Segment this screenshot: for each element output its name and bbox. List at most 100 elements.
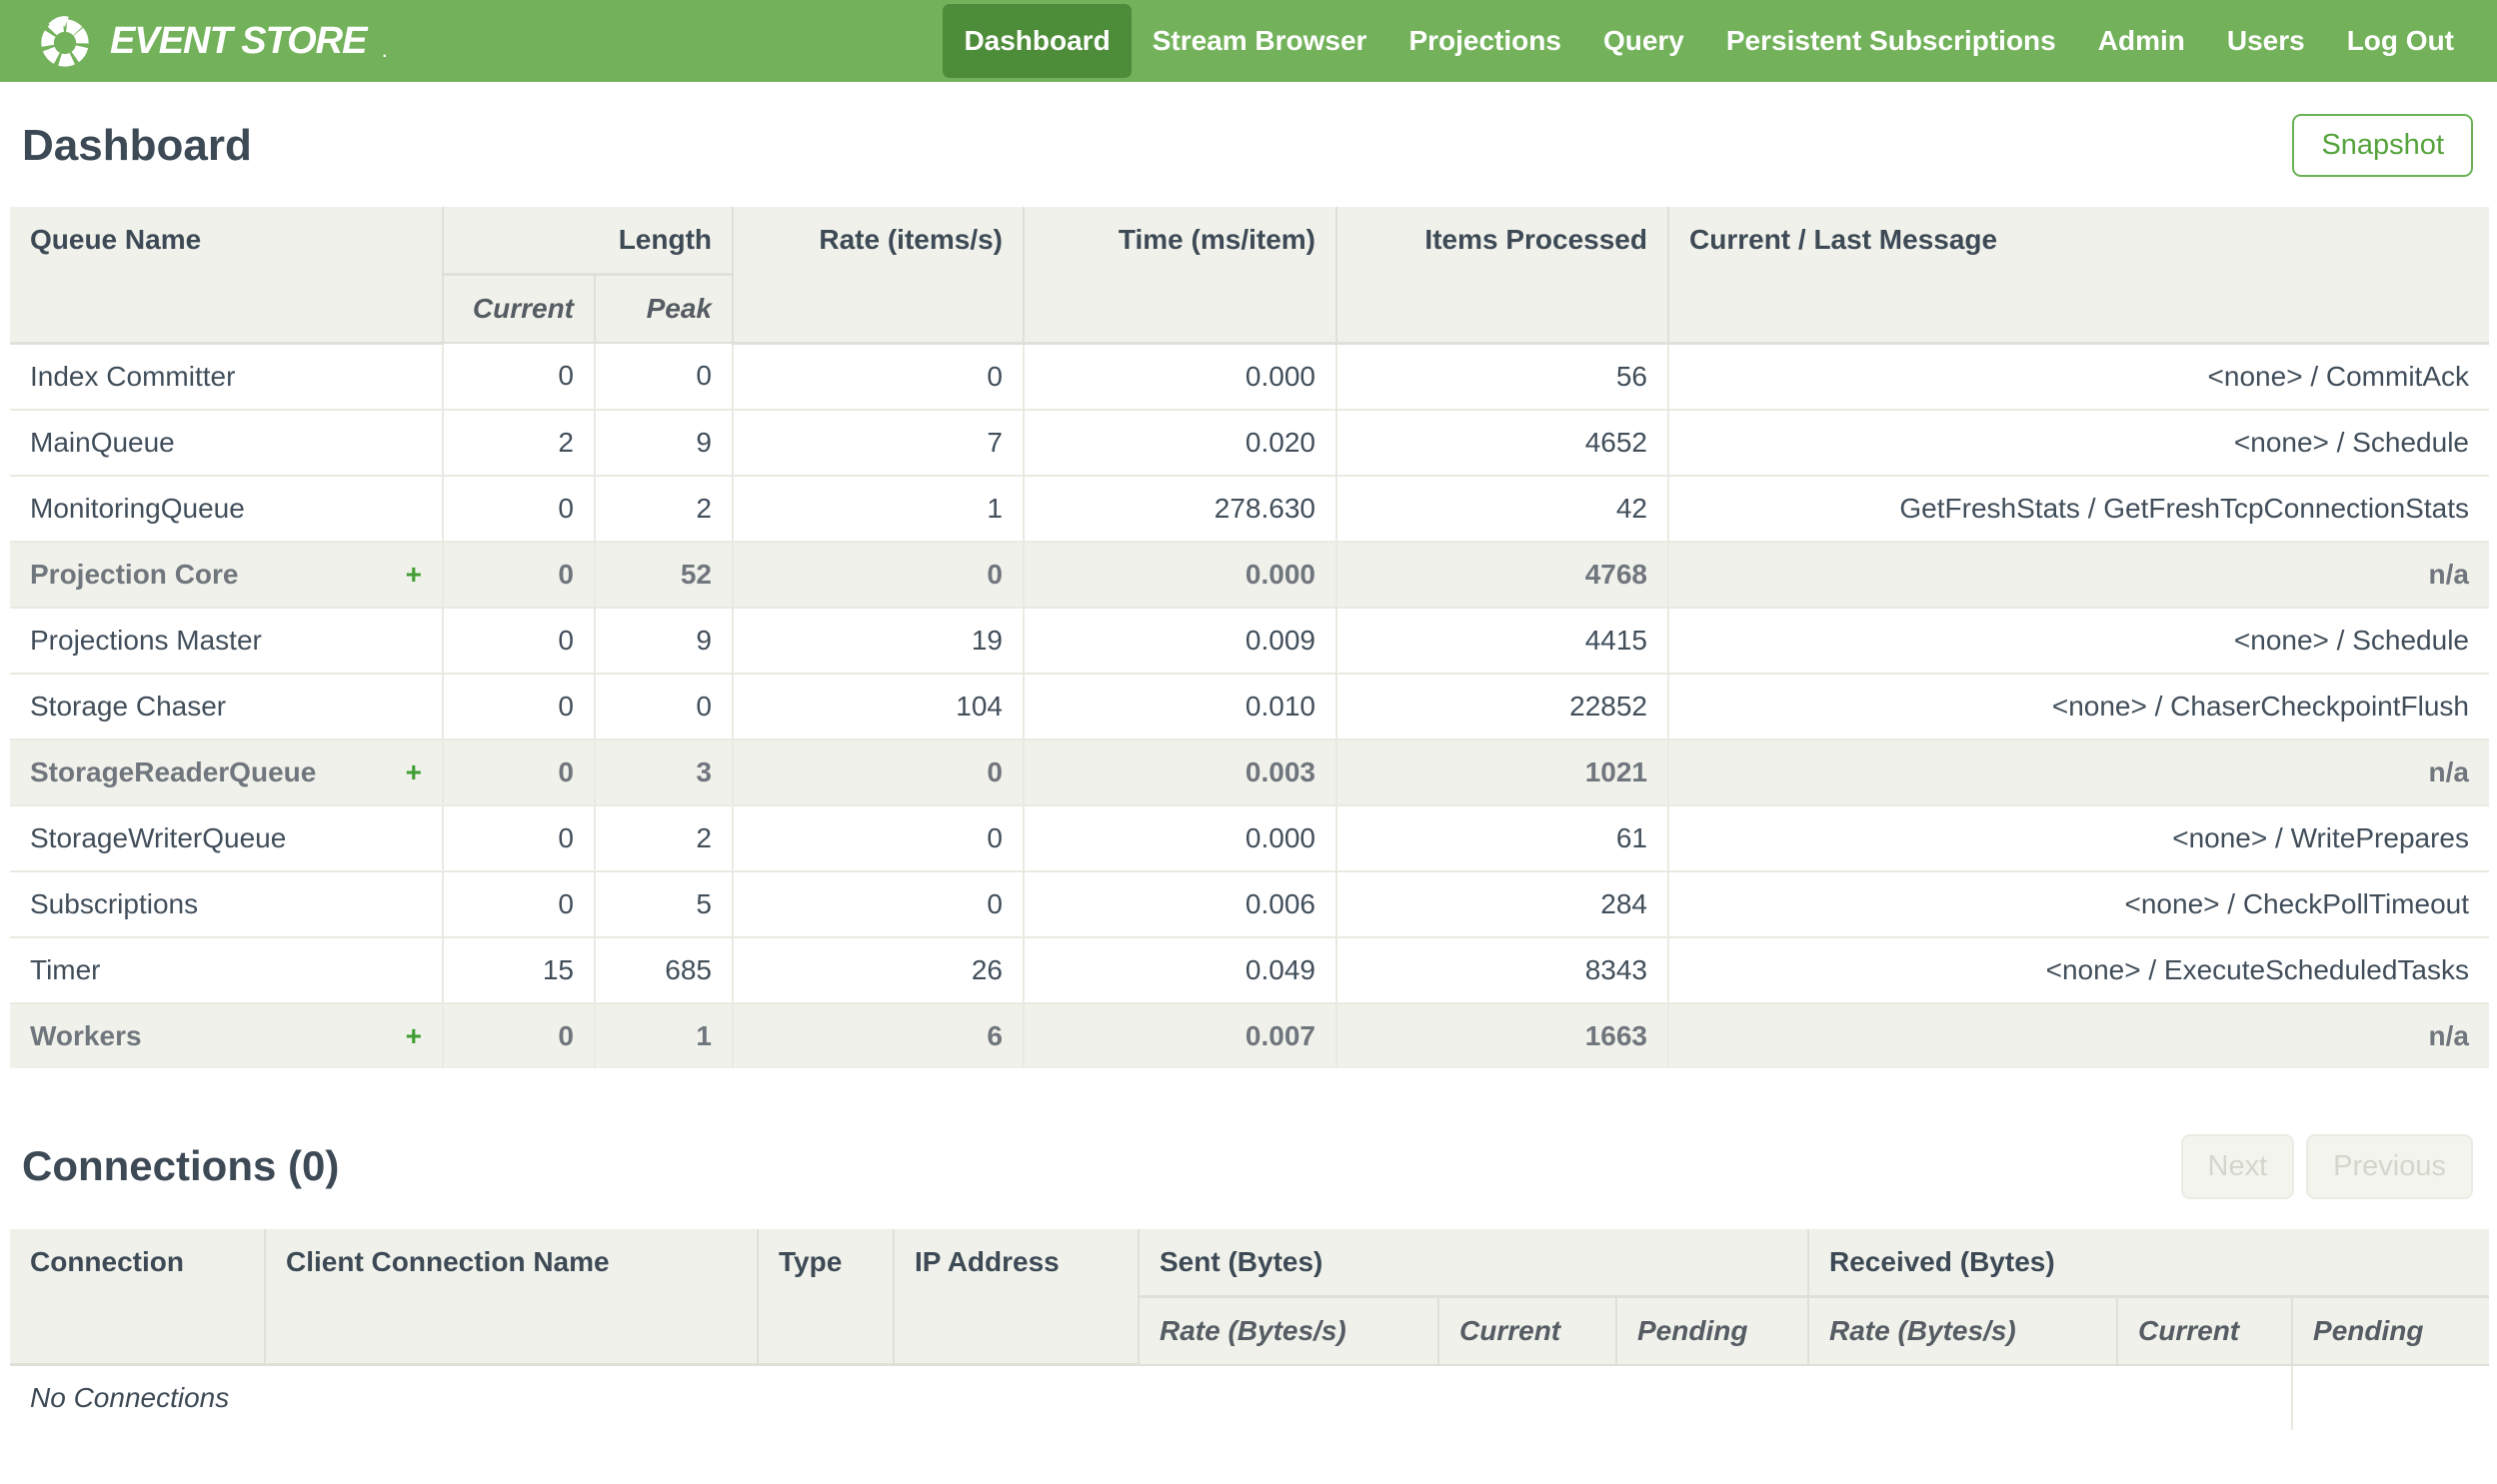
queue-items-processed-cell: 1663 bbox=[1335, 1001, 1669, 1069]
sent-current-subheader: Current bbox=[1437, 1295, 1617, 1366]
connections-pager: Next Previous bbox=[2180, 1133, 2473, 1199]
queue-time-cell: 278.630 bbox=[1023, 474, 1337, 543]
snapshot-button[interactable]: Snapshot bbox=[2292, 114, 2473, 177]
connections-title: Connections (0) bbox=[22, 1142, 340, 1189]
nav-item[interactable]: Users bbox=[2206, 4, 2326, 78]
queue-rate-cell: 7 bbox=[732, 408, 1025, 477]
queue-row: MonitoringQueue 0 2 1 278.630 42 GetFres… bbox=[9, 474, 2490, 543]
queue-name-text: StorageReaderQueue bbox=[30, 755, 317, 787]
queue-name-text: Subscriptions bbox=[30, 887, 199, 919]
expand-queue-button[interactable]: + bbox=[406, 756, 422, 788]
expand-queue-button[interactable]: + bbox=[406, 1020, 422, 1052]
connections-empty-row: No Connections bbox=[8, 1363, 2489, 1431]
queue-row: Projections Master 0 9 19 0.009 4415 <no… bbox=[9, 606, 2490, 675]
queue-message-cell: <none> / Schedule bbox=[1667, 408, 2490, 477]
ghost-cell bbox=[2292, 1365, 2489, 1431]
queue-items-processed-cell: 22852 bbox=[1335, 672, 1669, 741]
queue-name-cell: MonitoringQueue bbox=[9, 474, 444, 543]
queue-current-cell: 0 bbox=[442, 474, 596, 543]
queue-name-text: Storage Chaser bbox=[30, 690, 227, 722]
queue-row: Timer 15 685 26 0.049 8343 <none> / Exec… bbox=[9, 935, 2490, 1004]
nav-item[interactable]: Dashboard bbox=[943, 4, 1132, 78]
nav-item[interactable]: Admin bbox=[2077, 4, 2206, 78]
queue-message-cell: n/a bbox=[1667, 738, 2490, 806]
message-header: Current / Last Message bbox=[1667, 206, 2490, 345]
queue-peak-cell: 0 bbox=[594, 342, 734, 411]
queue-items-processed-cell: 61 bbox=[1335, 803, 1669, 872]
queue-message-cell: <none> / WritePrepares bbox=[1667, 803, 2490, 872]
nav-item[interactable]: Log Out bbox=[2326, 4, 2475, 78]
page-header: Dashboard Snapshot bbox=[0, 82, 2497, 207]
brand-reg-mark: . bbox=[382, 44, 387, 61]
queue-peak-cell: 1 bbox=[594, 1001, 734, 1069]
queue-time-cell: 0.006 bbox=[1023, 869, 1337, 938]
queue-row: Subscriptions 0 5 0 0.006 284 <none> / C… bbox=[9, 869, 2490, 938]
queue-row: StorageWriterQueue 0 2 0 0.000 61 <none>… bbox=[9, 803, 2490, 872]
queue-peak-cell: 685 bbox=[594, 935, 734, 1004]
queue-peak-cell: 5 bbox=[594, 869, 734, 938]
queue-name-cell: Index Committer bbox=[9, 342, 444, 411]
queue-rate-cell: 6 bbox=[732, 1001, 1025, 1069]
queue-name-cell: MainQueue bbox=[9, 408, 444, 477]
queue-items-processed-cell: 4652 bbox=[1335, 408, 1669, 477]
queue-time-cell: 0.009 bbox=[1023, 606, 1337, 675]
queue-name-cell: + Workers bbox=[9, 1001, 444, 1069]
items-processed-header: Items Processed bbox=[1335, 206, 1669, 345]
connections-table: Connection Client Connection Name Type I… bbox=[8, 1227, 2491, 1431]
page-title: Dashboard bbox=[22, 120, 252, 170]
connections-bar: Connections (0) Next Previous bbox=[0, 1068, 2497, 1229]
queue-time-cell: 0.049 bbox=[1023, 935, 1337, 1004]
queue-name-header: Queue Name bbox=[9, 206, 444, 345]
queue-rate-cell: 26 bbox=[732, 935, 1025, 1004]
queue-time-cell: 0.000 bbox=[1023, 342, 1337, 411]
queue-message-cell: <none> / ChaserCheckpointFlush bbox=[1667, 672, 2490, 741]
queue-name-text: MonitoringQueue bbox=[30, 492, 245, 524]
queue-items-processed-cell: 56 bbox=[1335, 342, 1669, 411]
queue-name-text: Workers bbox=[30, 1019, 142, 1051]
queue-table: Queue Name Length Rate (items/s) Time (m… bbox=[9, 206, 2490, 1069]
no-connections-cell: No Connections bbox=[8, 1363, 2294, 1431]
nav-items: Dashboard Stream Browser Projections Que… bbox=[943, 0, 2475, 82]
nav-item[interactable]: Stream Browser bbox=[1132, 4, 1388, 78]
brand: EVENT STORE . bbox=[36, 12, 387, 70]
next-button[interactable]: Next bbox=[2180, 1133, 2295, 1199]
queue-peak-cell: 9 bbox=[594, 606, 734, 675]
queue-name-cell: + StorageReaderQueue bbox=[9, 738, 444, 806]
queue-current-cell: 0 bbox=[442, 672, 596, 741]
sent-rate-subheader: Rate (Bytes/s) bbox=[1138, 1295, 1439, 1366]
queue-current-cell: 15 bbox=[442, 935, 596, 1004]
length-current-subheader: Current bbox=[442, 273, 596, 344]
queue-name-text: Projections Master bbox=[30, 624, 262, 656]
queue-rate-cell: 0 bbox=[732, 803, 1025, 872]
queue-name-cell: + Projection Core bbox=[9, 540, 444, 609]
received-rate-subheader: Rate (Bytes/s) bbox=[1807, 1295, 2119, 1366]
queue-row: Index Committer 0 0 0 0.000 56 <none> / … bbox=[9, 342, 2490, 411]
queue-rate-cell: 1 bbox=[732, 474, 1025, 543]
queue-name-cell: Projections Master bbox=[9, 606, 444, 675]
queue-time-cell: 0.010 bbox=[1023, 672, 1337, 741]
queue-header-row-1: Queue Name Length Rate (items/s) Time (m… bbox=[9, 206, 2490, 345]
nav-item[interactable]: Persistent Subscriptions bbox=[1705, 4, 2077, 78]
type-header: Type bbox=[757, 1227, 895, 1366]
queue-peak-cell: 2 bbox=[594, 474, 734, 543]
queue-row: Storage Chaser 0 0 104 0.010 22852 <none… bbox=[9, 672, 2490, 741]
received-bytes-header: Received (Bytes) bbox=[1807, 1227, 2491, 1298]
queue-table-wrap: Queue Name Length Rate (items/s) Time (m… bbox=[0, 206, 2497, 1069]
expand-queue-button[interactable]: + bbox=[406, 559, 422, 591]
queue-message-cell: <none> / CheckPollTimeout bbox=[1667, 869, 2490, 938]
previous-button[interactable]: Previous bbox=[2306, 1133, 2473, 1199]
time-header: Time (ms/item) bbox=[1023, 206, 1337, 345]
queue-current-cell: 0 bbox=[442, 606, 596, 675]
received-pending-subheader: Pending bbox=[2291, 1295, 2491, 1366]
queue-name-text: StorageWriterQueue bbox=[30, 821, 287, 853]
ip-address-header: IP Address bbox=[893, 1227, 1140, 1366]
queue-name-text: MainQueue bbox=[30, 426, 175, 458]
nav-item[interactable]: Projections bbox=[1387, 4, 1581, 78]
queue-current-cell: 0 bbox=[442, 738, 596, 806]
queue-peak-cell: 3 bbox=[594, 738, 734, 806]
queue-current-cell: 0 bbox=[442, 869, 596, 938]
nav-item[interactable]: Query bbox=[1582, 4, 1705, 78]
queue-row: MainQueue 2 9 7 0.020 4652 <none> / Sche… bbox=[9, 408, 2490, 477]
queue-message-cell: GetFreshStats / GetFreshTcpConnectionSta… bbox=[1667, 474, 2490, 543]
length-peak-subheader: Peak bbox=[594, 273, 734, 344]
